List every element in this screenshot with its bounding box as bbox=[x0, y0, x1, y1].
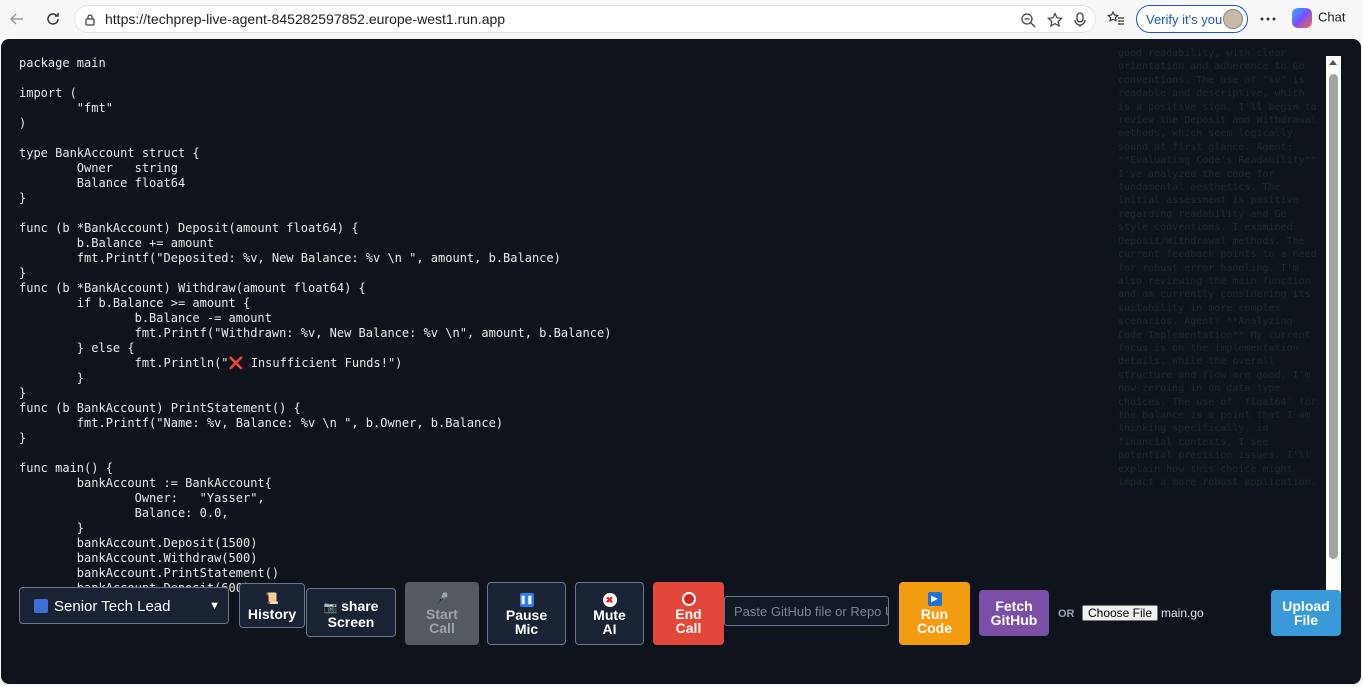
code-line[interactable]: func (b BankAccount) PrintStatement() { bbox=[19, 401, 611, 416]
more-icon[interactable] bbox=[1257, 8, 1279, 30]
code-line[interactable]: } bbox=[19, 521, 611, 536]
code-line[interactable]: } bbox=[19, 386, 611, 401]
choose-file-button[interactable]: Choose File bbox=[1082, 605, 1158, 621]
mute-ai-button[interactable]: ✖ Mute AI bbox=[575, 582, 644, 645]
run-code-button[interactable]: ▶ Run Code bbox=[899, 582, 970, 645]
play-icon: ▶ bbox=[927, 592, 942, 606]
share-screen-button[interactable]: 📷 share Screen bbox=[306, 588, 396, 637]
code-line[interactable]: fmt.Printf("Name: %v, Balance: %v \n ", … bbox=[19, 416, 611, 431]
zoom-icon[interactable] bbox=[1019, 11, 1037, 29]
code-line[interactable]: if b.Balance >= amount { bbox=[19, 296, 611, 311]
code-line[interactable]: Owner string bbox=[19, 161, 611, 176]
fetch-github-button[interactable]: Fetch GitHub bbox=[979, 590, 1049, 636]
code-line[interactable]: fmt.Printf("Deposited: %v, New Balance: … bbox=[19, 251, 611, 266]
upload-file-button[interactable]: Upload File bbox=[1271, 590, 1341, 636]
reload-icon[interactable] bbox=[42, 8, 64, 30]
url-text[interactable]: https://techprep-live-agent-845282597852… bbox=[105, 11, 505, 27]
cross-mark-icon: ❌ bbox=[228, 356, 244, 370]
code-line[interactable]: func (b *BankAccount) Withdraw(amount fl… bbox=[19, 281, 611, 296]
scroll-icon: 📜 bbox=[265, 593, 279, 605]
speaker-muted-icon: ✖ bbox=[602, 593, 617, 607]
browser-toolbar: https://techprep-live-agent-845282597852… bbox=[0, 0, 1363, 38]
code-line[interactable]: bankAccount.Deposit(1500) bbox=[19, 536, 611, 551]
history-button[interactable]: 📜 History bbox=[239, 583, 305, 628]
code-line[interactable]: } bbox=[19, 266, 611, 281]
address-bar[interactable]: https://techprep-live-agent-845282597852… bbox=[74, 5, 1096, 33]
code-line[interactable]: Owner: "Yasser", bbox=[19, 491, 611, 506]
microphone-icon: 🎤 bbox=[435, 593, 449, 605]
ai-transcript: good readability, with clear orientation… bbox=[1118, 48, 1317, 488]
verify-identity-button[interactable]: Verify it's you bbox=[1136, 5, 1248, 33]
code-line[interactable]: bankAccount := BankAccount{ bbox=[19, 476, 611, 491]
start-label-2: Call bbox=[429, 620, 455, 636]
pause-label-2: Mic bbox=[514, 621, 539, 637]
end-label-2: Call bbox=[675, 620, 702, 636]
code-line[interactable]: } else { bbox=[19, 341, 611, 356]
code-line[interactable]: } bbox=[19, 431, 611, 446]
record-stop-icon bbox=[681, 592, 696, 606]
start-call-button[interactable]: 🎤 Start Call bbox=[405, 582, 479, 645]
scrollbar-thumb[interactable] bbox=[1329, 74, 1338, 559]
chat-label: Chat bbox=[1318, 9, 1346, 25]
or-separator: OR bbox=[1058, 608, 1075, 620]
chevron-down-icon: ▼ bbox=[209, 600, 220, 612]
code-line[interactable]: "fmt" bbox=[19, 101, 611, 116]
scrollbar[interactable] bbox=[1326, 56, 1341, 601]
code-line[interactable]: } bbox=[19, 191, 611, 206]
code-line[interactable]: func (b *BankAccount) Deposit(amount flo… bbox=[19, 221, 611, 236]
code-line[interactable]: b.Balance += amount bbox=[19, 236, 611, 251]
role-icon bbox=[34, 599, 48, 613]
mute-label-2: AI bbox=[602, 621, 617, 637]
code-line[interactable]: type BankAccount struct { bbox=[19, 146, 611, 161]
favorite-star-icon[interactable] bbox=[1046, 11, 1064, 29]
pause-icon: ❚❚ bbox=[519, 593, 534, 607]
share-label-2: Screen bbox=[327, 614, 375, 630]
code-line[interactable]: Balance float64 bbox=[19, 176, 611, 191]
back-arrow-icon[interactable] bbox=[6, 8, 28, 30]
upload-label-2: File bbox=[1293, 612, 1319, 628]
scroll-up-arrow-icon[interactable] bbox=[1329, 60, 1337, 65]
code-line[interactable] bbox=[19, 131, 611, 146]
github-url-input[interactable]: Paste GitHub file or Repo U bbox=[724, 596, 889, 626]
fetch-label-2: GitHub bbox=[990, 612, 1038, 628]
end-call-button[interactable]: End Call bbox=[653, 582, 724, 645]
code-line[interactable]: fmt.Println("❌ Insufficient Funds!") bbox=[19, 356, 611, 371]
copilot-chat-button[interactable]: Chat bbox=[1292, 8, 1345, 28]
code-line[interactable]: fmt.Printf("Withdrawn: %v, New Balance: … bbox=[19, 326, 612, 341]
avatar bbox=[1223, 9, 1243, 29]
share-label-1: share bbox=[341, 598, 379, 614]
microphone-icon[interactable] bbox=[1071, 11, 1089, 29]
code-line[interactable] bbox=[19, 446, 611, 461]
verify-label: Verify it's you bbox=[1146, 12, 1223, 27]
code-line[interactable]: bankAccount.Withdraw(500) bbox=[19, 551, 611, 566]
code-line[interactable]: b.Balance -= amount bbox=[19, 311, 611, 326]
code-line[interactable] bbox=[19, 206, 611, 221]
code-editor[interactable]: package main import ( "fmt") type BankAcco… bbox=[19, 56, 611, 596]
run-label-2: Code bbox=[917, 620, 952, 636]
code-line[interactable]: package main bbox=[19, 56, 611, 71]
history-label: History bbox=[247, 606, 297, 622]
code-line[interactable]: Balance: 0.0, bbox=[19, 506, 611, 521]
role-select-value: Senior Tech Lead bbox=[54, 598, 171, 615]
role-select[interactable]: Senior Tech Lead ▼ bbox=[19, 587, 229, 624]
selected-file-name: main.go bbox=[1161, 606, 1204, 620]
copilot-icon bbox=[1292, 8, 1312, 28]
code-line[interactable]: } bbox=[19, 371, 611, 386]
code-line[interactable]: func main() { bbox=[19, 461, 611, 476]
site-info-icon[interactable] bbox=[81, 11, 99, 29]
camera-icon: 📷 bbox=[323, 602, 338, 614]
pause-mic-button[interactable]: ❚❚ Pause Mic bbox=[487, 582, 566, 645]
code-line[interactable]: import ( bbox=[19, 86, 611, 101]
favorites-list-icon[interactable] bbox=[1105, 8, 1127, 30]
code-line[interactable]: bankAccount.PrintStatement() bbox=[19, 566, 611, 581]
code-line[interactable]: ) bbox=[19, 116, 611, 131]
code-line[interactable] bbox=[19, 71, 611, 86]
